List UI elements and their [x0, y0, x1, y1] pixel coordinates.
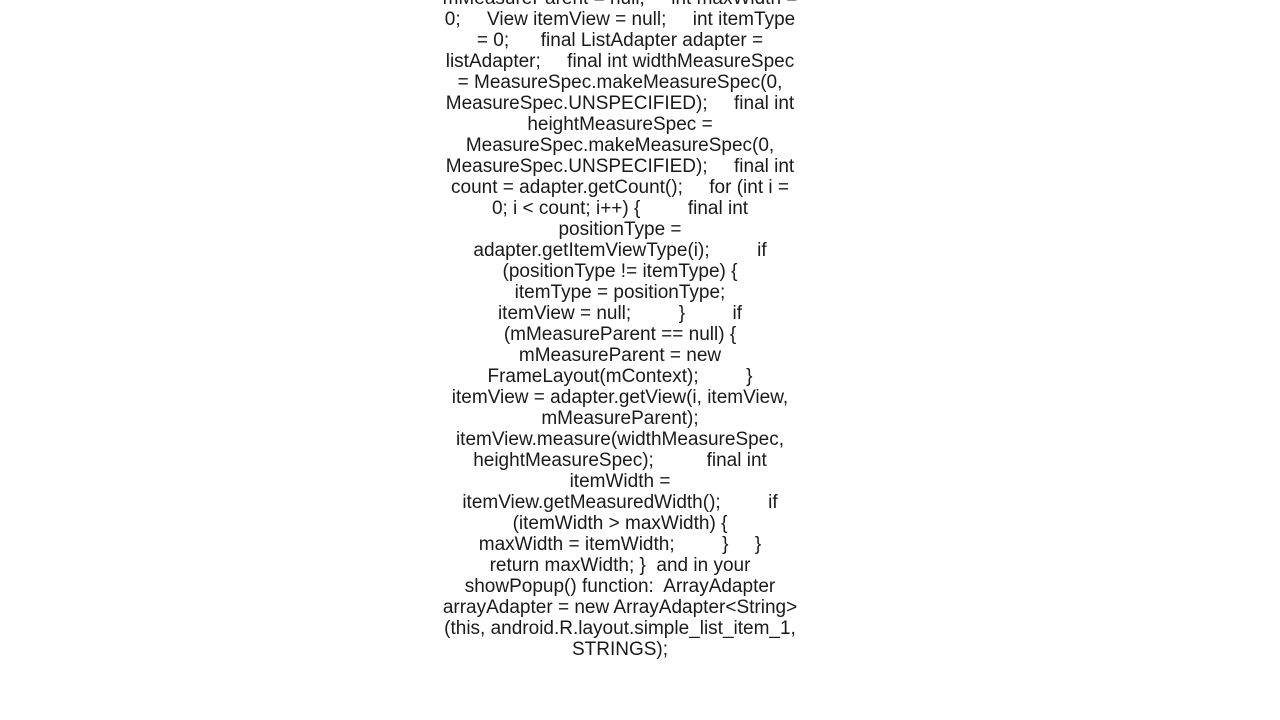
code-text-block: mMeasureParent = null; int maxWidth = 0;… — [442, 0, 798, 660]
